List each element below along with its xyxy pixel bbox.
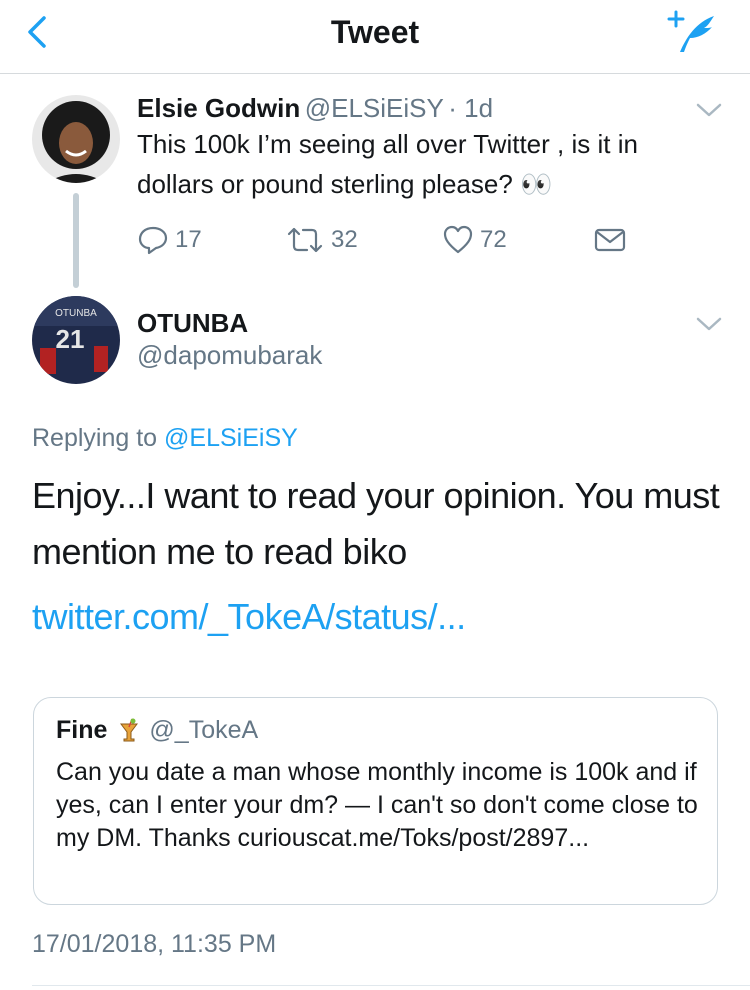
tweet-link[interactable]: twitter.com/_TokeA/status/... xyxy=(32,596,466,638)
jersey-number: 21 xyxy=(56,324,85,354)
thread-connector xyxy=(73,193,79,288)
tweet-time: · 1d xyxy=(448,93,494,123)
heart-icon xyxy=(443,225,473,254)
avatar[interactable]: OTUNBA 21 xyxy=(32,296,120,384)
like-button[interactable]: 72 xyxy=(442,222,507,258)
retweet-count: 32 xyxy=(331,226,358,253)
tweet-header: Elsie Godwin @ELSiEiSY · 1d xyxy=(137,93,493,124)
quoted-tweet-header: Fine @_TokeA xyxy=(56,716,258,745)
quoted-author-name: Fine xyxy=(56,716,108,744)
reply-button[interactable]: 17 xyxy=(137,222,202,258)
quoted-tweet-text: Can you date a man whose monthly income … xyxy=(56,758,698,852)
tweet-options-button[interactable] xyxy=(694,100,724,120)
header-bar: Tweet xyxy=(0,0,750,74)
tweet-timestamp: 17/01/2018, 11:35 PM xyxy=(32,930,277,958)
author-name[interactable]: OTUNBA xyxy=(137,308,248,339)
reply-icon xyxy=(138,226,168,255)
quoted-author-handle: @_TokeA xyxy=(149,716,259,744)
envelope-icon xyxy=(594,228,626,252)
retweet-icon xyxy=(287,227,323,253)
tweet-text: Enjoy...I want to read your opinion. You… xyxy=(32,475,720,572)
reply-count: 17 xyxy=(175,226,202,253)
author-handle[interactable]: @dapomubarak xyxy=(137,340,322,371)
chevron-down-icon xyxy=(696,103,722,117)
replying-prefix: Replying to xyxy=(32,424,158,452)
profile-photo-icon xyxy=(32,95,120,183)
jersey-label: OTUNBA xyxy=(55,308,97,319)
divider xyxy=(32,985,750,986)
chevron-down-icon xyxy=(696,317,722,331)
replying-mention-link[interactable]: @ELSiEiSY xyxy=(164,424,298,452)
avatar[interactable] xyxy=(32,95,120,183)
author-handle[interactable]: @ELSiEiSY xyxy=(305,93,444,123)
tweet-actions: 17 32 72 xyxy=(137,222,657,258)
tweet-text: This 100k I’m seeing all over Twitter , … xyxy=(137,129,638,199)
jersey-avatar-icon: OTUNBA 21 xyxy=(32,296,120,384)
like-count: 72 xyxy=(480,226,507,253)
quoted-tweet-card[interactable]: Fine @_TokeA Can you date a man whose mo… xyxy=(33,697,718,905)
replying-to-line: Replying to @ELSiEiSY xyxy=(32,424,298,453)
tropical-drink-icon xyxy=(119,718,139,744)
author-name[interactable]: Elsie Godwin xyxy=(137,93,300,123)
share-dm-button[interactable] xyxy=(593,222,627,258)
page-title: Tweet xyxy=(330,14,420,50)
compose-tweet-button[interactable] xyxy=(664,8,724,58)
tweet-options-button[interactable] xyxy=(694,314,724,334)
compose-tweet-icon xyxy=(667,10,714,52)
retweet-button[interactable]: 32 xyxy=(285,222,358,258)
